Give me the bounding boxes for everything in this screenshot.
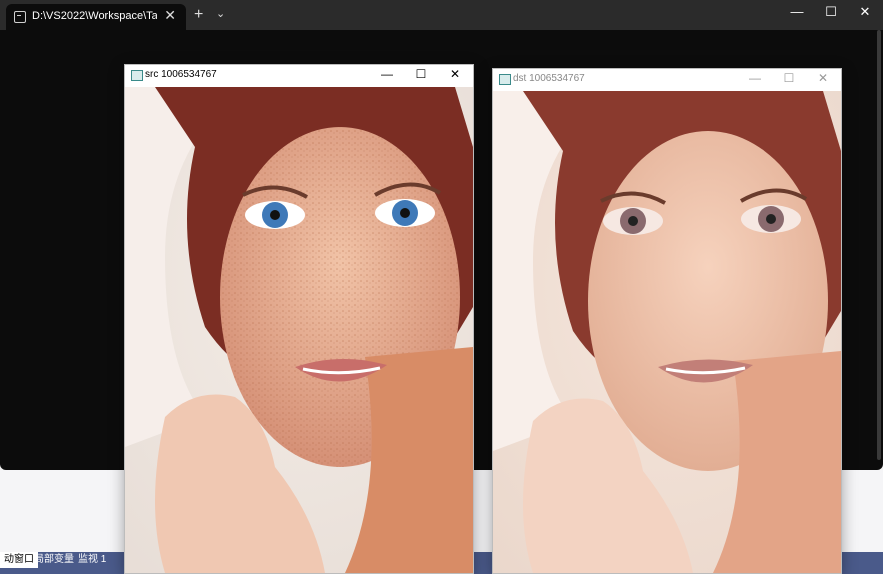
tab-locals[interactable]: 局部变量 [30, 552, 78, 568]
terminal-icon [14, 11, 26, 23]
src-image [125, 87, 473, 573]
dst-image [493, 91, 841, 573]
terminal-scrollbar[interactable] [875, 30, 883, 470]
minimize-button[interactable]: — [782, 4, 812, 19]
window-icon [131, 70, 143, 81]
src-minimize-button[interactable]: — [377, 67, 397, 81]
tab-watch-1[interactable]: 监视 1 [74, 552, 110, 568]
new-tab-button[interactable]: + [194, 6, 203, 24]
dst-image-window: dst 1006534767 — ☐ ✕ [492, 68, 842, 574]
src-portrait-image [125, 87, 473, 573]
chevron-down-icon[interactable]: ⌄ [216, 7, 225, 20]
dst-window-title: dst 1006534767 [513, 73, 585, 84]
tab-close-icon[interactable]: ✕ [164, 7, 176, 24]
dst-maximize-button[interactable]: ☐ [779, 71, 799, 85]
dst-portrait-image [493, 91, 841, 573]
terminal-titlebar: D:\VS2022\Workspace\Task3_ ✕ + ⌄ — ☐ ✕ [0, 0, 883, 30]
close-button[interactable]: ✕ [850, 4, 880, 20]
src-image-window: src 1006534767 — ☐ ✕ [124, 64, 474, 574]
src-window-title: src 1006534767 [145, 69, 217, 80]
window-icon [499, 74, 511, 85]
src-maximize-button[interactable]: ☐ [411, 67, 431, 81]
scrollbar-thumb[interactable] [877, 30, 881, 460]
dst-titlebar: dst 1006534767 — ☐ ✕ [493, 69, 841, 91]
dst-close-button[interactable]: ✕ [813, 71, 833, 85]
terminal-tab[interactable]: D:\VS2022\Workspace\Task3_ ✕ [6, 4, 186, 30]
src-close-button[interactable]: ✕ [445, 67, 465, 81]
dst-minimize-button[interactable]: — [745, 71, 765, 85]
terminal-tab-title: D:\VS2022\Workspace\Task3_ [32, 10, 157, 22]
src-titlebar: src 1006534767 — ☐ ✕ [125, 65, 473, 87]
maximize-button[interactable]: ☐ [816, 4, 846, 20]
